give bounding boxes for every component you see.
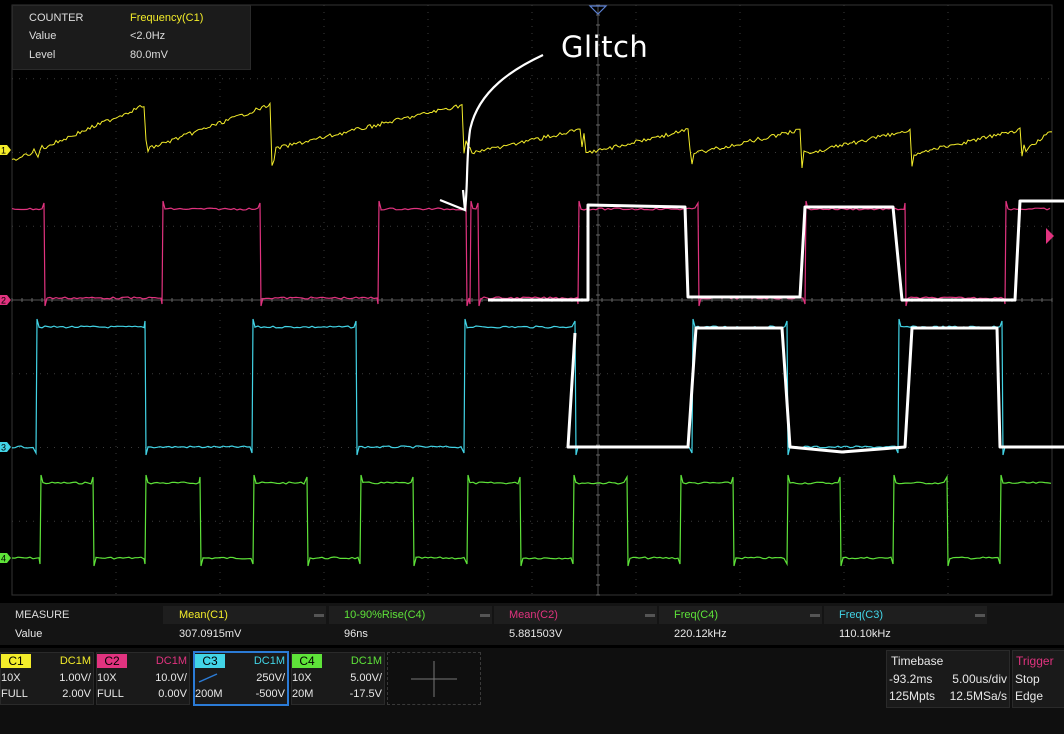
custom-probe-icon bbox=[198, 673, 218, 683]
channel-c3-marker-label: 3 bbox=[1, 443, 6, 453]
timebase-scale: 5.00us/div bbox=[952, 672, 1007, 686]
channel-c1-offset: 2.00V bbox=[62, 688, 91, 700]
channel-c3-bandwidth: 200M bbox=[195, 688, 223, 700]
drawn-expected-c3 bbox=[566, 326, 1064, 454]
channel-c3-tag: C3 bbox=[195, 654, 225, 668]
channel-c1-coupling: DC1M bbox=[59, 655, 91, 667]
measure-item-2-value: 96ns bbox=[344, 628, 368, 640]
channel-3-trace bbox=[11, 318, 1050, 456]
timebase-memory: 125Mpts bbox=[889, 689, 936, 703]
annotation-drawing bbox=[439, 54, 1064, 454]
measure-item-1-dash: ▬ bbox=[314, 609, 324, 620]
drawn-expected-c2 bbox=[488, 199, 1064, 302]
timebase-sample-rate: 12.5MSa/s bbox=[949, 689, 1007, 703]
channel-c1-tag: C1 bbox=[1, 654, 31, 668]
timebase-delay: -93.2ms bbox=[889, 672, 933, 686]
measure-item-4-value: 220.12kHz bbox=[674, 628, 727, 640]
add-channel-button[interactable] bbox=[387, 652, 481, 705]
counter-value: <2.0Hz bbox=[130, 30, 166, 42]
status-bar: C1 DC1M 10X 1.00V/ FULL 2.00V C2 DC1M 10… bbox=[0, 648, 1064, 734]
channel-c4-tag: C4 bbox=[292, 654, 322, 668]
channel-c4-bandwidth: 20M bbox=[292, 688, 314, 700]
measure-item-2-name[interactable]: 10-90%Rise(C4) bbox=[344, 607, 425, 623]
measure-item-4-dash: ▬ bbox=[810, 609, 820, 620]
trigger-level-marker bbox=[1046, 228, 1054, 244]
channel-c2-coupling: DC1M bbox=[155, 655, 187, 667]
measure-item-3-dash: ▬ bbox=[645, 609, 655, 620]
glitch-arrowhead bbox=[439, 189, 467, 212]
channel-c4-coupling: DC1M bbox=[350, 655, 382, 667]
counter-panel: COUNTER Frequency(C1) Value <2.0Hz Level… bbox=[12, 5, 251, 70]
measure-item-3-name[interactable]: Mean(C2) bbox=[509, 607, 558, 623]
channel-c2-bandwidth: FULL bbox=[97, 688, 124, 700]
channel-c2-marker-label: 2 bbox=[1, 296, 6, 306]
channel-c4-marker-label: 4 bbox=[1, 554, 6, 564]
channel-markers: 1 2 3 4 bbox=[0, 145, 1054, 564]
glitch-annotation: Glitch bbox=[561, 30, 649, 64]
measure-item-5-name[interactable]: Freq(C3) bbox=[839, 607, 883, 623]
channel-c3-offset: -500V bbox=[255, 688, 285, 700]
trigger-title: Trigger bbox=[1016, 654, 1054, 668]
channel-c2-probe: 10X bbox=[97, 672, 117, 684]
measure-item-3-value: 5.881503V bbox=[509, 628, 563, 640]
waveform-display[interactable]: 1 2 3 4 COUNTER Frequency(C1) Value <2.0Hz … bbox=[0, 0, 1064, 598]
channel-c3-scale: 250V/ bbox=[256, 672, 285, 684]
channel-c1-panel[interactable]: C1 DC1M 10X 1.00V/ FULL 2.00V bbox=[0, 652, 94, 705]
channel-c2-offset: 0.00V bbox=[158, 688, 187, 700]
measure-item-4-name[interactable]: Freq(C4) bbox=[674, 607, 718, 623]
counter-value-label: Value bbox=[29, 30, 57, 42]
trigger-type: Edge bbox=[1015, 689, 1044, 703]
trigger-panel[interactable]: Trigger Stop Edge bbox=[1012, 650, 1064, 708]
channel-c4-scale: 5.00V/ bbox=[350, 672, 382, 684]
channel-c1-probe: 10X bbox=[1, 672, 21, 684]
channel-c3-coupling: DC1M bbox=[253, 655, 285, 667]
measure-title: MEASURE bbox=[15, 609, 70, 621]
trigger-state: Stop bbox=[1015, 672, 1040, 686]
counter-source: Frequency(C1) bbox=[130, 12, 204, 24]
measure-panel[interactable]: MEASURE Value Mean(C1) ▬ 307.0915mV 10-9… bbox=[0, 603, 1064, 645]
glitch-arrow bbox=[463, 54, 544, 211]
timebase-panel[interactable]: Timebase -93.2ms 5.00us/div 125Mpts 12.5… bbox=[886, 650, 1010, 708]
measure-item-5-dash: ▬ bbox=[975, 609, 985, 620]
plus-icon bbox=[411, 661, 457, 697]
measure-item-1-name[interactable]: Mean(C1) bbox=[179, 607, 228, 623]
measure-item-1-value: 307.0915mV bbox=[179, 628, 242, 640]
channel-c4-panel[interactable]: C4 DC1M 10X 5.00V/ 20M -17.5V bbox=[291, 652, 385, 705]
counter-title: COUNTER bbox=[29, 12, 84, 24]
channel-c1-marker-label: 1 bbox=[1, 146, 6, 156]
timebase-title: Timebase bbox=[891, 654, 944, 668]
waveform-graticule: 1 2 3 4 bbox=[0, 4, 1064, 596]
channel-c1-bandwidth: FULL bbox=[1, 688, 28, 700]
channel-c2-scale: 10.0V/ bbox=[155, 672, 187, 684]
measure-item-5-value: 110.10kHz bbox=[839, 628, 891, 640]
channel-1-trace bbox=[11, 101, 1053, 169]
channel-c4-offset: -17.5V bbox=[349, 688, 382, 700]
channel-c2-panel[interactable]: C2 DC1M 10X 10.0V/ FULL 0.00V bbox=[96, 652, 190, 705]
measure-row-label: Value bbox=[15, 628, 43, 640]
counter-level-label: Level bbox=[29, 49, 56, 61]
channel-c2-tag: C2 bbox=[97, 654, 127, 668]
channel-c3-panel[interactable]: C3 DC1M 250V/ 200M -500V bbox=[193, 651, 289, 706]
counter-level: 80.0mV bbox=[130, 49, 168, 61]
measure-item-2-dash: ▬ bbox=[480, 609, 490, 620]
channel-c1-scale: 1.00V/ bbox=[59, 672, 91, 684]
channel-c4-probe: 10X bbox=[292, 672, 312, 684]
